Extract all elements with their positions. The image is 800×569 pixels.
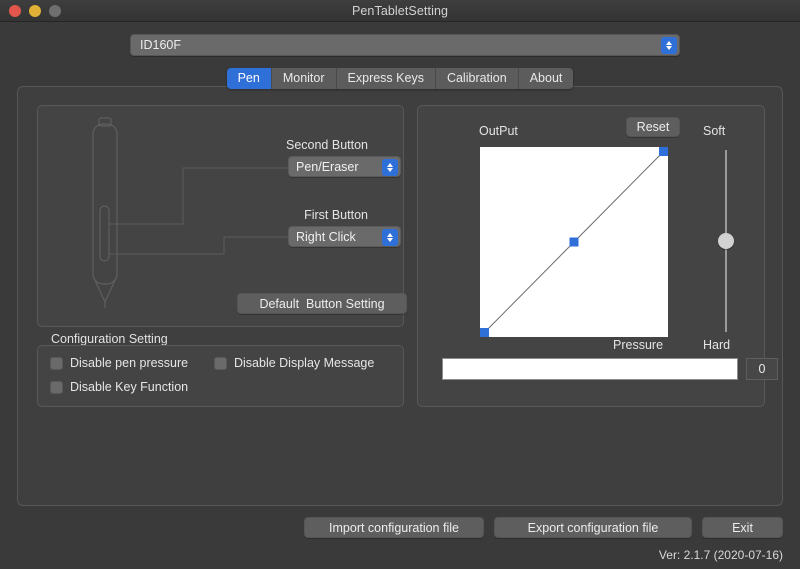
checkbox-disable-key-function[interactable]: Disable Key Function: [50, 380, 188, 394]
checkbox-icon[interactable]: [214, 356, 227, 370]
export-configuration-button[interactable]: Export configuration file: [494, 517, 692, 538]
second-button-select[interactable]: Pen/Eraser: [288, 156, 401, 177]
pressure-curve-plot[interactable]: [480, 147, 668, 337]
tab-bar: Pen Monitor Express Keys Calibration Abo…: [0, 68, 800, 89]
checkbox-disable-pen-pressure[interactable]: Disable pen pressure: [50, 356, 188, 370]
window-title: PenTabletSetting: [351, 3, 449, 18]
checkbox-label: Disable Key Function: [70, 380, 189, 394]
chevron-updown-icon[interactable]: [661, 37, 677, 54]
device-select[interactable]: ID160F: [130, 34, 680, 56]
pressure-sensitivity-slider-thumb[interactable]: [718, 233, 734, 249]
reset-button[interactable]: Reset: [626, 117, 680, 137]
checkbox-disable-display-message[interactable]: Disable Display Message: [214, 356, 374, 370]
checkbox-icon[interactable]: [50, 380, 63, 394]
pressure-axis-label: Pressure: [613, 338, 664, 352]
pen-tab-panel: Second Button Pen/Eraser First Button Ri…: [17, 86, 783, 506]
hard-label: Hard: [703, 338, 731, 352]
device-selector-row: ID160F: [0, 22, 800, 56]
tab-monitor[interactable]: Monitor: [271, 68, 337, 89]
curve-control-point-0[interactable]: [480, 328, 489, 337]
soft-label: Soft: [703, 124, 726, 138]
checkbox-icon[interactable]: [50, 356, 63, 370]
first-button-label: First Button: [304, 208, 368, 222]
import-configuration-button[interactable]: Import configuration file: [304, 517, 484, 538]
window-titlebar: PenTabletSetting: [0, 0, 800, 22]
tab-calibration[interactable]: Calibration: [435, 68, 519, 89]
tab-express-keys[interactable]: Express Keys: [336, 68, 436, 89]
chevron-updown-icon[interactable]: [382, 229, 398, 246]
pressure-value-field: 0: [746, 358, 778, 380]
second-button-value: Pen/Eraser: [296, 159, 359, 174]
checkbox-label: Disable pen pressure: [70, 356, 189, 370]
pressure-curve-graph[interactable]: [480, 147, 668, 337]
configuration-setting-group: Disable pen pressure Disable Display Mes…: [37, 345, 404, 407]
traffic-light-group: [9, 4, 61, 17]
chevron-updown-icon[interactable]: [382, 159, 398, 176]
second-button-label: Second Button: [285, 138, 368, 152]
zoom-button-icon: [49, 4, 61, 17]
pressure-curve-group: OutPut Reset Soft Pressure Hard 0: [417, 105, 778, 407]
close-button-icon[interactable]: [9, 4, 21, 17]
pen-button-group: Second Button Pen/Eraser First Button Ri…: [37, 105, 407, 327]
output-axis-label: OutPut: [479, 124, 518, 138]
first-button-value: Right Click: [296, 229, 356, 244]
first-button-select[interactable]: Right Click: [288, 226, 401, 247]
checkbox-label: Disable Display Message: [234, 356, 375, 370]
exit-button[interactable]: Exit: [702, 517, 783, 538]
tab-pen[interactable]: Pen: [226, 68, 272, 89]
default-button-setting-button[interactable]: Default Button Setting: [237, 293, 407, 314]
device-select-value: ID160F: [140, 38, 181, 52]
pressure-level-bar: [442, 358, 738, 380]
version-label: Ver: 2.1.7 (2020-07-16): [658, 548, 783, 562]
curve-control-point-1[interactable]: [569, 237, 579, 247]
curve-control-point-2[interactable]: [659, 147, 668, 156]
tab-about[interactable]: About: [518, 68, 574, 89]
minimize-button-icon[interactable]: [29, 4, 41, 17]
configuration-setting-label: Configuration Setting: [47, 332, 172, 346]
